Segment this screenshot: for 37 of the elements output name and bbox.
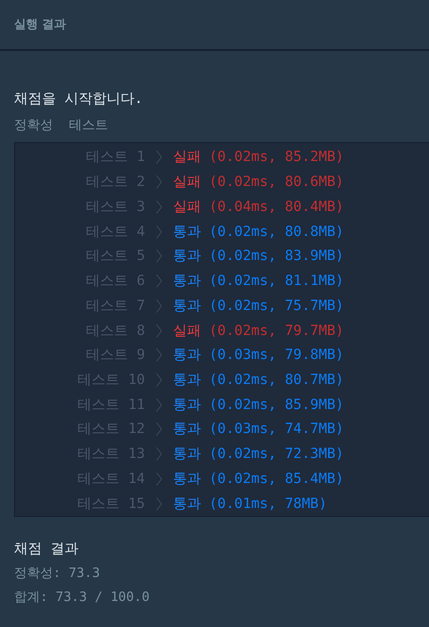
chevron-icon (156, 249, 162, 264)
test-result: 실패 (0.02ms, 80.6MB) (173, 173, 345, 192)
test-result: 통과 (0.02ms, 85.4MB) (173, 470, 345, 488)
section-title: 테스트 (69, 117, 108, 135)
test-result: 통과 (0.02ms, 75.7MB) (173, 296, 345, 315)
chevron-icon (156, 298, 162, 313)
chevron-icon (156, 496, 162, 511)
test-result: 통과 (0.02ms, 81.1MB) (173, 272, 345, 290)
section-title: 정확성 (14, 117, 53, 135)
test-result: 실패 (0.02ms, 79.7MB) (173, 322, 345, 340)
chevron-icon (156, 447, 162, 462)
chevron-icon (156, 472, 162, 486)
header-title: 실행 결과 (14, 16, 66, 33)
intro-text: 채점을 시작합니다. (14, 90, 144, 109)
summary-title: 채점 결과 (14, 540, 80, 559)
chevron-icon (156, 422, 162, 436)
test-result: 통과 (0.03ms, 74.7MB) (173, 420, 345, 438)
test-result: 통과 (0.01ms, 78MB) (173, 494, 328, 513)
test-result: 통과 (0.02ms, 80.8MB) (173, 222, 345, 241)
chevron-icon (156, 200, 162, 214)
test-result: 실패 (0.04ms, 80.4MB) (173, 198, 345, 216)
summary-line: 합계: 73.3 / 100.0 (14, 589, 151, 607)
chevron-icon (156, 175, 162, 190)
chevron-icon (156, 150, 162, 164)
test-result: 통과 (0.03ms, 79.8MB) (173, 346, 345, 364)
chevron-icon (156, 324, 162, 338)
test-result: 통과 (0.02ms, 85.9MB) (173, 396, 345, 414)
chevron-icon (156, 348, 162, 362)
chevron-icon (156, 372, 162, 387)
chevron-icon (156, 398, 162, 412)
test-result: 실패 (0.02ms, 85.2MB) (173, 148, 345, 166)
test-result: 통과 (0.02ms, 83.9MB) (173, 247, 345, 266)
chevron-icon (156, 274, 162, 288)
chevron-icon (156, 224, 162, 239)
test-result: 통과 (0.02ms, 72.3MB) (173, 445, 345, 464)
summary-line: 정확성: 73.3 (14, 565, 101, 583)
test-result: 통과 (0.02ms, 80.7MB) (173, 370, 345, 389)
